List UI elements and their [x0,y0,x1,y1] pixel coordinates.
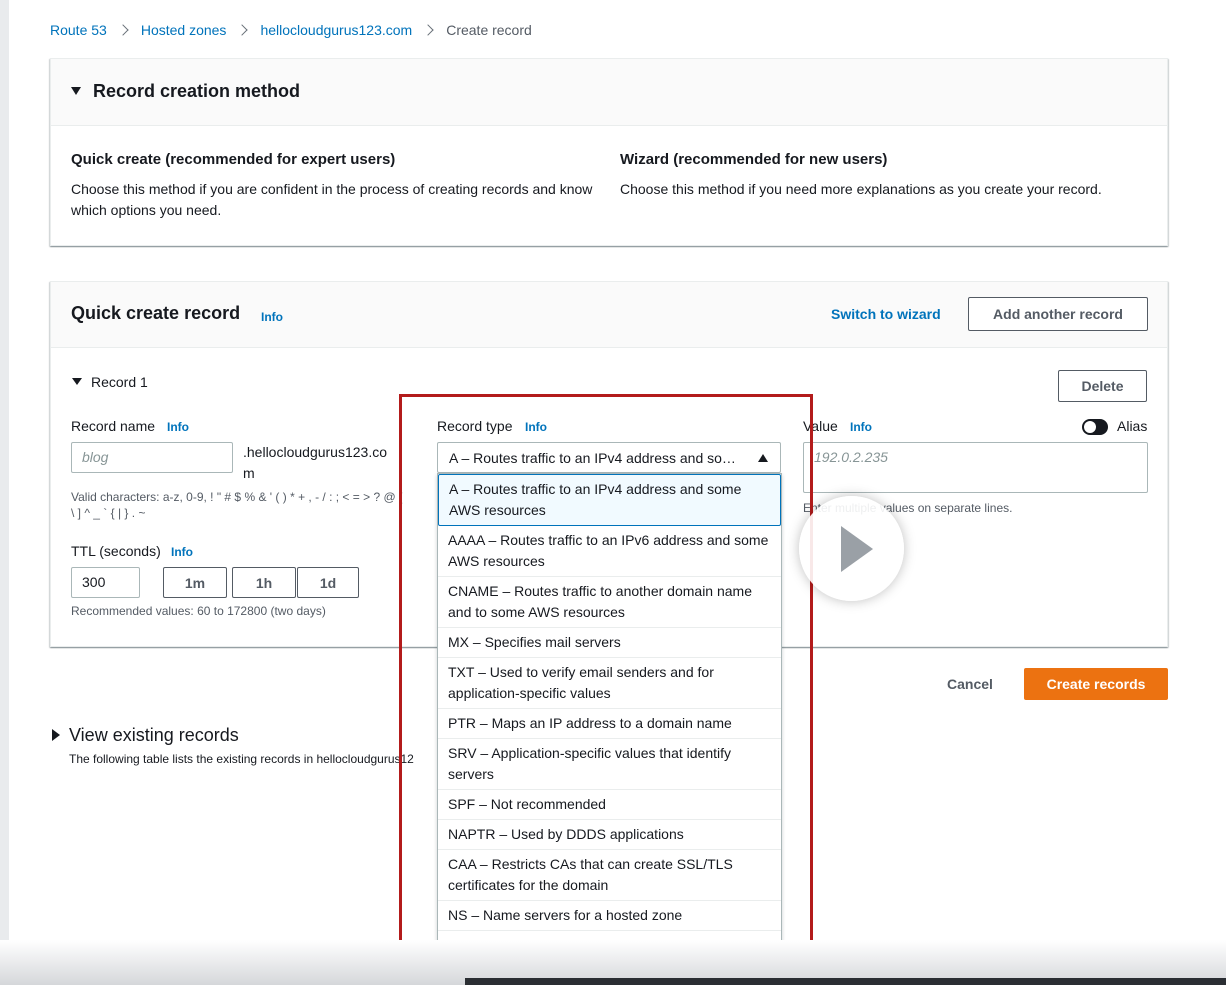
method-panel-title: Record creation method [93,81,301,101]
caret-down-icon[interactable] [71,87,81,95]
cancel-button[interactable]: Cancel [930,668,1010,700]
caret-up-icon [758,454,768,462]
ttl-1d-button[interactable]: 1d [297,567,359,598]
option-txt[interactable]: TXT – Used to verify email senders and f… [438,658,781,709]
value-label: Value [803,418,838,434]
option-ptr[interactable]: PTR – Maps an IP address to a domain nam… [438,709,781,739]
delete-label: Delete [1081,378,1124,394]
caret-down-icon[interactable] [72,378,82,385]
record-name-info-link[interactable]: Info [167,420,189,434]
breadcrumb-current: Create record [446,22,532,38]
domain-suffix-line2: m [243,465,255,481]
option-a[interactable]: A – Routes traffic to an IPv4 address an… [438,474,781,526]
value-textarea[interactable]: 192.0.2.235 [803,442,1148,493]
add-another-record-label: Add another record [993,306,1123,322]
record-type-select[interactable]: A – Routes traffic to an IPv4 address an… [437,442,781,473]
ttl-1h-label: 1h [255,574,273,591]
chevron-right-icon [236,24,249,36]
wizard-desc: Choose this method if you need more expl… [620,181,1102,197]
ttl-1m-button[interactable]: 1m [163,567,227,598]
valid-characters-line1: Valid characters: a-z, 0-9, ! " # $ % & … [71,490,403,504]
video-progress-track[interactable] [465,978,1226,985]
record-type-dropdown: A – Routes traffic to an IPv4 address an… [437,473,782,985]
ttl-1h-button[interactable]: 1h [232,567,296,598]
ttl-1d-label: 1d [319,574,337,591]
panel-header: Quick create record Info Switch to wizar… [51,282,1167,348]
toggle-knob [1084,421,1096,433]
record-type-label: Record type [437,418,513,434]
option-naptr[interactable]: NAPTR – Used by DDDS applications [438,820,781,850]
record-name-input[interactable]: blog [71,442,233,473]
ttl-label: TTL (seconds) [71,543,161,559]
delete-button[interactable]: Delete [1058,370,1147,402]
option-cname[interactable]: CNAME – Routes traffic to another domain… [438,577,781,628]
record-creation-method-panel: Record creation method Quick create (rec… [50,58,1168,246]
record-type-selected: A – Routes traffic to an IPv4 address an… [449,450,736,466]
cancel-label: Cancel [947,676,993,692]
valid-characters-line2: \ ] ^ _ ` { | } . ~ [71,506,146,520]
option-ns[interactable]: NS – Name servers for a hosted zone [438,901,781,931]
video-play-button[interactable] [799,496,904,601]
record-type-info-link[interactable]: Info [525,420,547,434]
option-srv[interactable]: SRV – Application-specific values that i… [438,739,781,790]
add-another-record-button[interactable]: Add another record [968,297,1148,331]
ttl-info-link[interactable]: Info [171,545,193,559]
breadcrumb-route53[interactable]: Route 53 [50,22,107,38]
alias-toggle[interactable] [1082,419,1108,435]
breadcrumb-hosted-zones[interactable]: Hosted zones [141,22,227,38]
play-icon [840,525,873,572]
quick-panel-title: Quick create record [71,303,241,323]
record-1-label: Record 1 [91,374,148,390]
option-aaaa[interactable]: AAAA – Routes traffic to an IPv6 address… [438,526,781,577]
switch-to-wizard-link[interactable]: Switch to wizard [831,306,941,322]
create-records-button[interactable]: Create records [1024,668,1168,700]
quick-create-title: Quick create (recommended for expert use… [71,151,396,168]
info-link[interactable]: Info [261,310,283,324]
alias-label: Alias [1117,418,1148,434]
ttl-input[interactable]: 300 [71,567,140,598]
chevron-right-icon [117,24,129,36]
page-left-edge [0,0,9,985]
caret-right-icon[interactable] [52,729,60,741]
option-mx[interactable]: MX – Specifies mail servers [438,628,781,658]
value-info-link[interactable]: Info [850,420,872,434]
domain-suffix-line1: .hellocloudgurus123.co [243,444,387,460]
chevron-right-icon [422,24,434,36]
option-spf[interactable]: SPF – Not recommended [438,790,781,820]
view-existing-records-title[interactable]: View existing records [69,725,239,746]
wizard-title: Wizard (recommended for new users) [620,151,888,168]
record-name-label: Record name [71,418,156,434]
quick-create-desc: Choose this method if you are confident … [71,181,593,218]
breadcrumb-domain[interactable]: hellocloudgurus123.com [260,22,412,38]
view-existing-records-desc: The following table lists the existing r… [69,752,414,766]
create-records-label: Create records [1046,676,1146,692]
ttl-recommended: Recommended values: 60 to 172800 (two da… [71,604,326,618]
ttl-1m-label: 1m [184,574,206,591]
breadcrumb: Route 53 Hosted zones hellocloudgurus123… [50,22,532,38]
option-caa[interactable]: CAA – Restricts CAs that can create SSL/… [438,850,781,901]
panel-header[interactable]: Record creation method [51,59,1167,126]
